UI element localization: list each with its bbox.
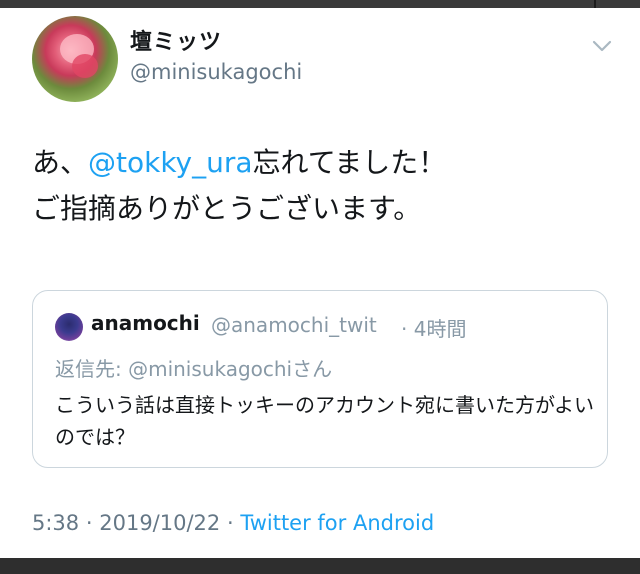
- tweet-date: 2019/10/22: [99, 511, 221, 535]
- tweet-source-link[interactable]: Twitter for Android: [240, 511, 434, 535]
- mention-link[interactable]: @tokky_ura: [88, 146, 253, 179]
- tweet-meta: 5:38 · 2019/10/22 · Twitter for Android: [32, 511, 434, 535]
- avatar-rose-center: [72, 54, 98, 78]
- display-name[interactable]: 壇ミッツ: [130, 24, 222, 56]
- quoted-text: こういう話は直接トッキーのアカウント宛に書いた方がよいのでは？: [55, 393, 594, 449]
- top-bar-divider: [594, 0, 596, 8]
- user-handle[interactable]: @minisukagochi: [130, 60, 302, 84]
- tweet-detail-screen: 壇ミッツ @minisukagochi あ、@tokky_ura忘れてました！ …: [0, 0, 640, 574]
- tweet-text: あ、@tokky_ura忘れてました！ ご指摘ありがとうございます。: [32, 140, 612, 232]
- tweet-text-line-2: ご指摘ありがとうございます。: [32, 192, 422, 225]
- tweet-time: 5:38: [32, 511, 80, 535]
- quoted-timestamp: · 4時間: [401, 317, 467, 341]
- meta-separator: ·: [85, 511, 93, 535]
- quoted-reply-to: 返信先: @minisukagochiさん: [55, 357, 333, 381]
- meta-separator: ·: [226, 511, 234, 535]
- quoted-avatar: [55, 313, 83, 341]
- tweet-text-prefix: あ、: [32, 146, 89, 179]
- quoted-display-name: anamochi: [91, 311, 200, 335]
- quoted-handle: @anamochi_twit: [211, 313, 377, 337]
- quoted-age: 4時間: [413, 317, 467, 341]
- tweet-text-line-1: あ、@tokky_ura忘れてました！: [32, 140, 612, 186]
- bottom-bar: [0, 558, 640, 574]
- top-bar: [0, 0, 640, 8]
- avatar[interactable]: [32, 16, 118, 102]
- tweet-text-line-1-suffix: 忘れてました！: [252, 146, 447, 179]
- quoted-tweet-card[interactable]: anamochi @anamochi_twit · 4時間 返信先: @mini…: [32, 290, 608, 468]
- chevron-down-icon[interactable]: [590, 36, 614, 56]
